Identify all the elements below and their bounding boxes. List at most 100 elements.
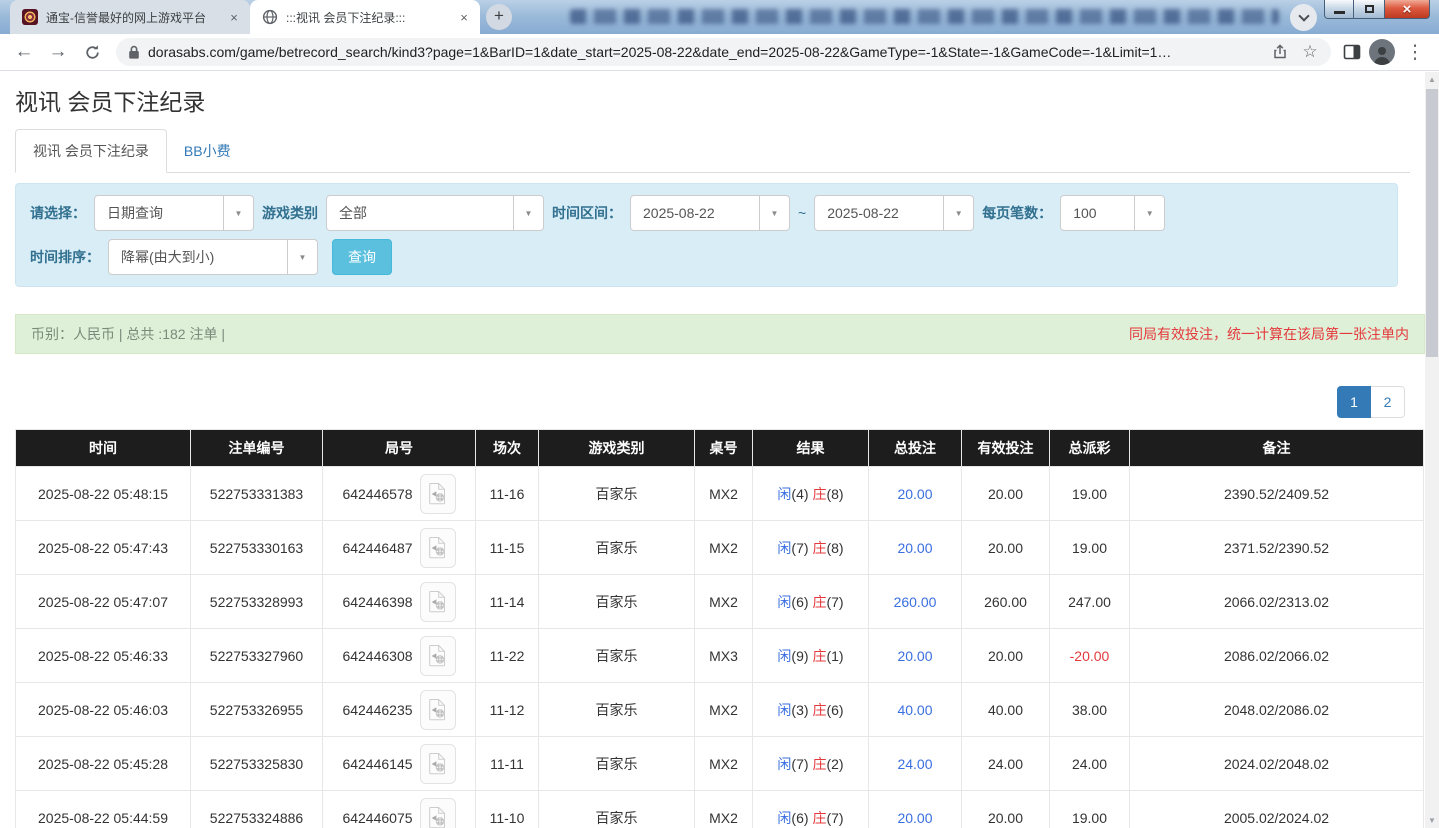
- per-page-label: 每页笔数：: [982, 203, 1052, 223]
- total-bet-link[interactable]: 260.00: [894, 594, 937, 610]
- tab-bb-tip[interactable]: BB小费: [167, 130, 248, 172]
- cell-table-number: MX2: [695, 467, 753, 521]
- tab-close-icon[interactable]: ×: [456, 9, 472, 25]
- per-page-select[interactable]: 100 ▼: [1060, 195, 1165, 231]
- sort-label: 时间排序：: [30, 247, 100, 267]
- cell-session: 11-11: [476, 737, 539, 791]
- cell-session: 11-16: [476, 467, 539, 521]
- cell-game-type: 百家乐: [539, 683, 695, 737]
- column-header: 桌号: [695, 430, 753, 467]
- share-button[interactable]: [1269, 41, 1291, 63]
- site-favicon: [22, 9, 38, 25]
- address-bar[interactable]: dorasabs.com/game/betrecord_search/kind3…: [116, 38, 1331, 66]
- caret-down-icon[interactable]: ▼: [943, 196, 973, 230]
- cell-result: 闲(6) 庄(7): [753, 575, 869, 629]
- total-bet-link[interactable]: 20.00: [897, 486, 932, 502]
- cell-bet-id: 522753328993: [191, 575, 323, 629]
- cell-payout: 24.00: [1050, 737, 1130, 791]
- profile-avatar[interactable]: [1369, 39, 1395, 65]
- maximize-button[interactable]: [1354, 0, 1384, 19]
- browser-titlebar: 通宝-信誉最好的网上游戏平台 × :::视讯 会员下注纪录::: × + ×: [0, 0, 1439, 34]
- search-button[interactable]: 查询: [332, 239, 392, 275]
- cell-bet-id: 522753331383: [191, 467, 323, 521]
- column-header: 注单编号: [191, 430, 323, 467]
- cell-session: 11-22: [476, 629, 539, 683]
- filter-row-1: 请选择： 日期查询 ▼ 游戏类别 全部 ▼ 时间区间： 2025-08-22 ▼…: [30, 195, 1383, 231]
- total-bet-link[interactable]: 20.00: [897, 648, 932, 664]
- round-number: 642446487: [342, 540, 412, 556]
- cell-total-bet: 24.00: [869, 737, 962, 791]
- reload-button[interactable]: [78, 38, 106, 66]
- total-bet-link[interactable]: 40.00: [897, 702, 932, 718]
- cell-game-type: 百家乐: [539, 467, 695, 521]
- cell-game-type: 百家乐: [539, 521, 695, 575]
- forward-button[interactable]: →: [44, 38, 72, 66]
- currency-total-text: 币别：人民币 | 总共 :182 注单 |: [31, 324, 225, 344]
- cell-total-bet: 20.00: [869, 791, 962, 828]
- caret-down-icon[interactable]: ▼: [1134, 196, 1164, 230]
- date-end-select[interactable]: 2025-08-22 ▼: [814, 195, 974, 231]
- column-header: 时间: [16, 430, 191, 467]
- total-bet-link[interactable]: 24.00: [897, 756, 932, 772]
- cell-table-number: MX3: [695, 629, 753, 683]
- video-replay-button[interactable]: [420, 636, 456, 676]
- video-replay-button[interactable]: [420, 744, 456, 784]
- scroll-up-icon[interactable]: ▲: [1425, 72, 1439, 87]
- bookmark-star-button[interactable]: ☆: [1299, 41, 1321, 63]
- tab-search-button[interactable]: [1290, 4, 1317, 31]
- result-banker: 庄: [812, 810, 826, 826]
- back-button[interactable]: ←: [10, 38, 38, 66]
- result-banker: 庄: [812, 648, 826, 664]
- table-row: 2025-08-22 05:47:07522753328993642446398…: [16, 575, 1424, 629]
- cell-valid-bet: 40.00: [962, 683, 1050, 737]
- caret-down-icon[interactable]: ▼: [759, 196, 789, 230]
- new-tab-button[interactable]: +: [486, 4, 512, 30]
- sort-select[interactable]: 降幂(由大到小) ▼: [108, 239, 318, 275]
- page-scrollbar[interactable]: ▲ ▼: [1425, 72, 1439, 828]
- scrollbar-thumb[interactable]: [1426, 89, 1438, 357]
- page-button-2[interactable]: 2: [1371, 386, 1405, 418]
- browser-tab-2[interactable]: :::视讯 会员下注纪录::: ×: [250, 0, 480, 34]
- url-text[interactable]: dorasabs.com/game/betrecord_search/kind3…: [148, 44, 1261, 60]
- game-type-select[interactable]: 全部 ▼: [326, 195, 544, 231]
- caret-down-icon[interactable]: ▼: [223, 196, 253, 230]
- cell-bet-id: 522753325830: [191, 737, 323, 791]
- video-replay-button[interactable]: [420, 690, 456, 730]
- tab-bet-records[interactable]: 视讯 会员下注纪录: [15, 129, 167, 173]
- cell-session: 11-14: [476, 575, 539, 629]
- side-panel-button[interactable]: [1341, 41, 1363, 63]
- cell-total-bet: 20.00: [869, 521, 962, 575]
- result-player: 闲: [777, 648, 791, 664]
- round-number: 642446075: [342, 810, 412, 826]
- table-row: 2025-08-22 05:45:28522753325830642446145…: [16, 737, 1424, 791]
- browser-tab-1[interactable]: 通宝-信誉最好的网上游戏平台 ×: [10, 0, 250, 34]
- video-replay-button[interactable]: [420, 474, 456, 514]
- caret-down-icon[interactable]: ▼: [513, 196, 543, 230]
- caret-down-icon[interactable]: ▼: [287, 240, 317, 274]
- total-bet-link[interactable]: 20.00: [897, 810, 932, 826]
- page-button-1[interactable]: 1: [1337, 386, 1371, 418]
- minimize-button[interactable]: [1324, 0, 1354, 19]
- tilde-separator: ~: [798, 205, 806, 221]
- cell-round: 642446145: [323, 737, 476, 791]
- video-replay-button[interactable]: [420, 528, 456, 568]
- tab-close-icon[interactable]: ×: [226, 9, 242, 25]
- query-mode-select[interactable]: 日期查询 ▼: [94, 195, 254, 231]
- menu-button[interactable]: ⋮: [1401, 38, 1429, 66]
- window-title-blur: [570, 9, 1279, 24]
- result-banker: 庄: [812, 756, 826, 772]
- cell-total-bet: 20.00: [869, 467, 962, 521]
- cell-valid-bet: 20.00: [962, 791, 1050, 828]
- cell-game-type: 百家乐: [539, 737, 695, 791]
- pagination: 1 2: [15, 386, 1405, 418]
- video-replay-button[interactable]: [420, 798, 456, 828]
- cell-time: 2025-08-22 05:48:15: [16, 467, 191, 521]
- scroll-down-icon[interactable]: ▼: [1425, 813, 1439, 828]
- video-replay-button[interactable]: [420, 582, 456, 622]
- cell-payout: 19.00: [1050, 521, 1130, 575]
- date-start-select[interactable]: 2025-08-22 ▼: [630, 195, 790, 231]
- total-bet-link[interactable]: 20.00: [897, 540, 932, 556]
- round-number: 642446578: [342, 486, 412, 502]
- close-button[interactable]: ×: [1384, 0, 1430, 19]
- column-header: 总投注: [869, 430, 962, 467]
